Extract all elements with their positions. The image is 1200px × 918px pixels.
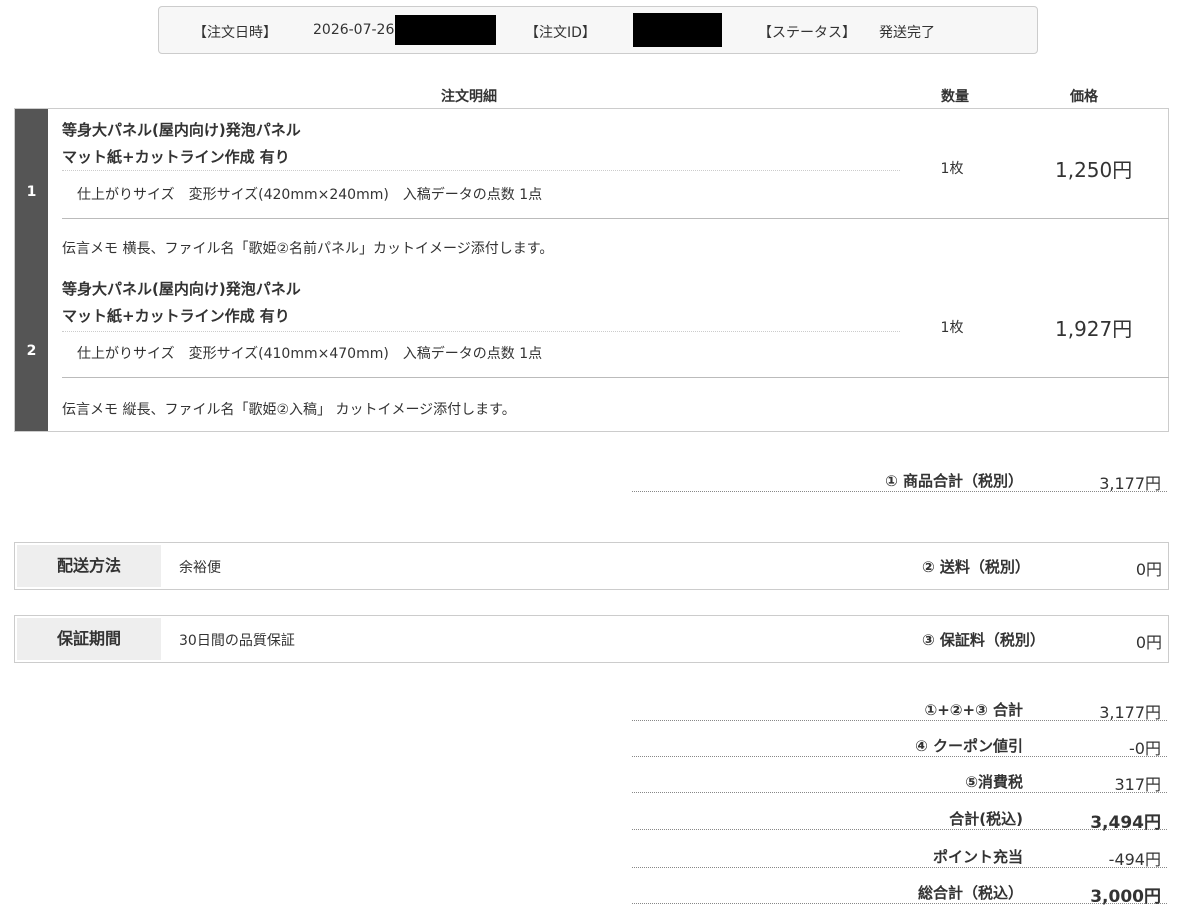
point-usage-row: ポイント充当 -494円	[632, 842, 1167, 869]
shipping-method-label: 配送方法	[17, 545, 161, 587]
point-usage-label: ポイント充当	[932, 848, 1023, 866]
status-label: 【ステータス】	[758, 25, 856, 41]
item-memo: 伝言メモ 縦長、ファイル名「歌姫②入稿」 カットイメージ添付します。	[62, 402, 516, 418]
item-number-column	[15, 109, 48, 218]
warranty-fee-label: ③ 保証料（税別）	[922, 631, 1045, 649]
item-separator	[62, 377, 1169, 378]
column-header-detail: 注文明細	[441, 89, 497, 105]
item-number: 2	[26, 343, 37, 359]
order-date-label: 【注文日時】	[193, 25, 277, 41]
item-option: マット紙+カットライン作成 有り	[62, 148, 290, 166]
consumption-tax-value: 317円	[1114, 775, 1161, 794]
status-value: 発送完了	[879, 25, 935, 41]
total-incl-tax-label: 合計(税込)	[949, 810, 1023, 828]
subtotal-label: ① 商品合計（税別）	[885, 472, 1023, 490]
order-id-label: 【注文ID】	[525, 25, 596, 41]
item-name: 等身大パネル(屋内向け)発泡パネル	[62, 121, 301, 139]
item-name: 等身大パネル(屋内向け)発泡パネル	[62, 280, 301, 298]
subtotal-row: ① 商品合計（税別） 3,177円	[632, 466, 1167, 493]
item-number-column	[15, 218, 48, 431]
column-header-price: 価格	[1070, 89, 1098, 105]
total-incl-tax-value: 3,494円	[1090, 813, 1161, 833]
item-price: 1,250円	[1055, 158, 1133, 182]
subtotal-value: 3,177円	[1099, 474, 1161, 493]
warranty-period-row: 保証期間 30日間の品質保証 ③ 保証料（税別） 0円	[14, 615, 1169, 663]
item-qty: 1枚	[940, 320, 964, 336]
item-memo: 伝言メモ 横長、ファイル名「歌姫②名前パネル」カットイメージ添付します。	[62, 241, 554, 257]
coupon-discount-value: -0円	[1129, 739, 1161, 758]
total-incl-tax-row: 合計(税込) 3,494円	[632, 804, 1167, 833]
item-divider	[62, 331, 900, 332]
warranty-fee-value: 0円	[1135, 633, 1162, 652]
order-date-value: 2026-07-26	[313, 22, 395, 38]
point-usage-value: -494円	[1108, 850, 1161, 869]
total-label: ①+②+③ 合計	[924, 701, 1023, 719]
total-row: ①+②+③ 合計 3,177円	[632, 695, 1167, 722]
item-divider	[62, 170, 900, 171]
item-separator	[62, 218, 1169, 219]
shipping-fee-value: 0円	[1135, 560, 1162, 579]
item-spec: 仕上がりサイズ 変形サイズ(420mm×240mm) 入稿データの点数 1点	[77, 187, 543, 203]
warranty-period-value: 30日間の品質保証	[179, 633, 295, 649]
item-number: 1	[26, 184, 37, 200]
order-summary-header: 【注文日時】 2026-07-26 【注文ID】 【ステータス】 発送完了	[158, 6, 1038, 54]
coupon-discount-label: ④ クーポン値引	[915, 737, 1023, 755]
item-option: マット紙+カットライン作成 有り	[62, 307, 290, 325]
grand-total-label: 総合計（税込）	[917, 884, 1023, 902]
item-price: 1,927円	[1055, 317, 1133, 341]
grand-total-value: 3,000円	[1090, 887, 1161, 907]
item-spec: 仕上がりサイズ 変形サイズ(410mm×470mm) 入稿データの点数 1点	[77, 346, 543, 362]
column-header-qty: 数量	[941, 89, 969, 105]
warranty-period-label: 保証期間	[17, 618, 161, 660]
shipping-method-row: 配送方法 余裕便 ② 送料（税別） 0円	[14, 542, 1169, 590]
consumption-tax-row: ⑤消費税 317円	[632, 767, 1167, 794]
shipping-method-value: 余裕便	[179, 560, 221, 576]
total-value: 3,177円	[1099, 703, 1161, 722]
coupon-discount-row: ④ クーポン値引 -0円	[632, 731, 1167, 758]
item-qty: 1枚	[940, 161, 964, 177]
redacted-order-id	[633, 13, 722, 47]
redacted-time	[395, 15, 496, 45]
consumption-tax-label: ⑤消費税	[965, 773, 1023, 791]
grand-total-row: 総合計（税込） 3,000円	[632, 878, 1167, 907]
order-items-table: 1 等身大パネル(屋内向け)発泡パネル マット紙+カットライン作成 有り 仕上が…	[14, 108, 1169, 432]
shipping-fee-label: ② 送料（税別）	[922, 558, 1030, 576]
